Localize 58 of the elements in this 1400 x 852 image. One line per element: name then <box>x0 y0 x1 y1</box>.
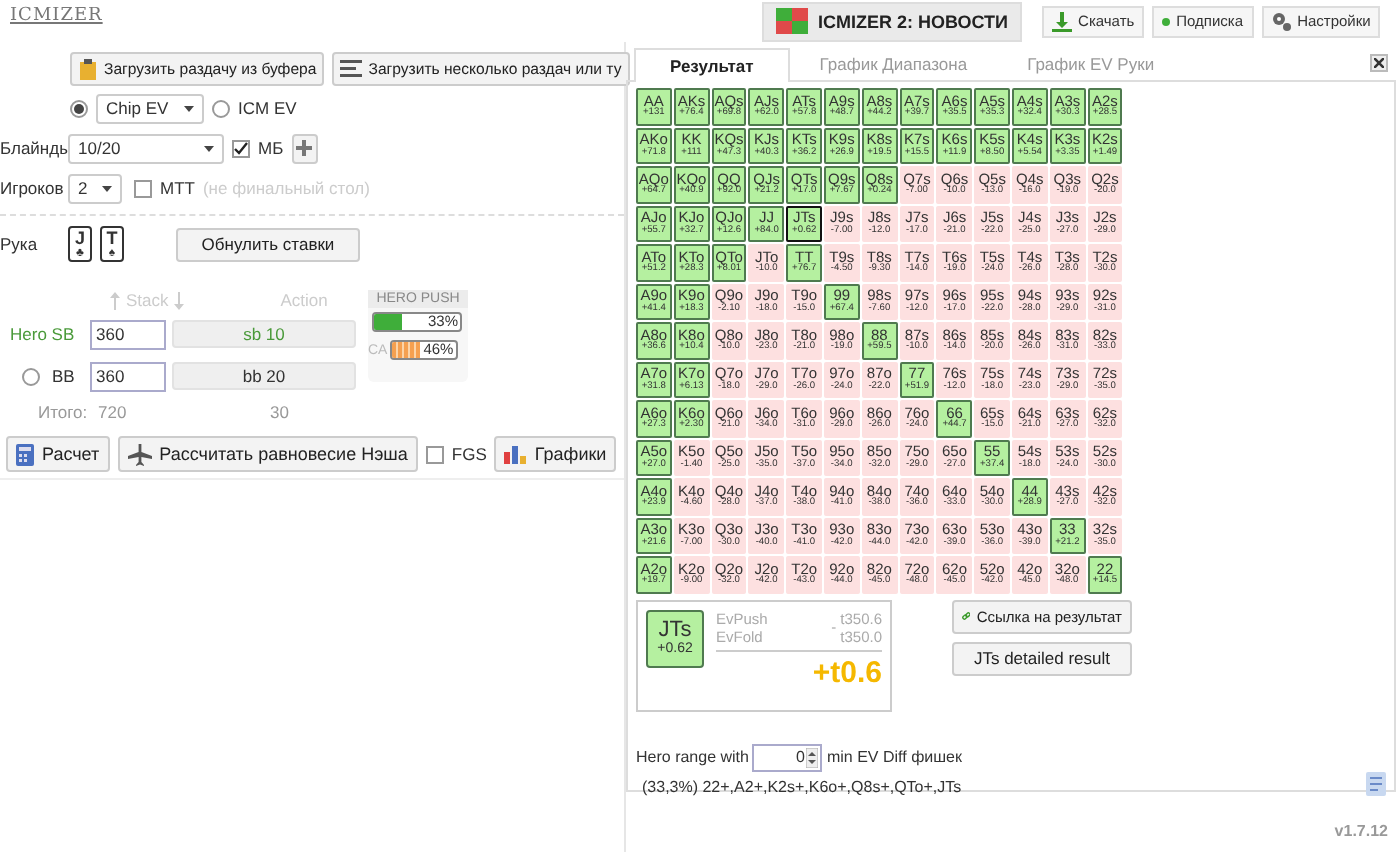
range-label: Hero range with <box>636 748 749 766</box>
news-button[interactable]: ICMIZER 2: НОВОСТИ <box>762 1 1023 41</box>
totals-action: 30 <box>270 402 289 422</box>
blinds-select[interactable]: 10/20 <box>68 133 224 163</box>
checkbox[interactable] <box>425 445 444 463</box>
players-select[interactable]: 2 <box>68 173 122 203</box>
add-button[interactable] <box>291 133 318 163</box>
details-button[interactable]: JTs detailed result <box>952 641 1132 675</box>
calculator-icon <box>16 443 34 465</box>
plane-icon <box>127 443 152 465</box>
radio-label: ICM EV <box>238 98 297 118</box>
clipboard-icon <box>78 58 98 80</box>
stack-input[interactable]: 360 <box>90 319 166 349</box>
radio-button[interactable] <box>212 99 230 117</box>
download-icon <box>1052 11 1073 31</box>
bar-chart-icon <box>504 444 527 464</box>
logo-link[interactable]: ICMIZER <box>10 6 626 26</box>
reset-button[interactable]: Обнулить ставки <box>176 227 360 261</box>
totals-label: Итого: <box>38 402 90 422</box>
action-button[interactable]: Рассчитать равновесие Нэша <box>117 436 418 472</box>
caret-icon <box>184 105 194 111</box>
checkbox[interactable] <box>232 139 250 157</box>
caret-icon <box>204 145 214 151</box>
logo-icon <box>776 8 808 34</box>
version-text: v1.7.12 <box>1334 822 1388 840</box>
action-button[interactable]: Расчет <box>6 436 110 472</box>
checkbox-label: МБ <box>258 138 284 158</box>
totals-stack: 720 <box>98 402 129 422</box>
mode-select[interactable]: Chip EV <box>96 93 204 123</box>
range-text: (33,3%) 22+,A2+,K2s+,K6o+,Q8s+,QTo+,JTs <box>642 777 962 795</box>
field-label: Игроков <box>0 178 60 198</box>
arrow-down-icon <box>174 291 185 309</box>
list-icon <box>340 60 363 78</box>
action-field[interactable]: bb 20 <box>172 362 356 390</box>
seat-label: BB <box>52 366 75 386</box>
field-label: Рука <box>0 234 40 254</box>
checkbox-label: FGS <box>451 444 487 464</box>
range-suffix: min EV Diff фишек <box>826 748 962 766</box>
checkbox[interactable] <box>134 179 152 197</box>
radio-button[interactable] <box>22 367 40 385</box>
arrow-up-icon <box>110 291 120 309</box>
gears-icon <box>1271 11 1292 31</box>
tab[interactable]: Результат <box>634 48 790 82</box>
action-button[interactable]: Графики <box>494 436 617 472</box>
spinner-icon <box>806 747 819 767</box>
plus-icon <box>296 140 313 156</box>
close-button[interactable] <box>1370 54 1388 72</box>
dot-icon <box>1162 17 1171 25</box>
close-icon <box>1374 58 1384 68</box>
caret-icon <box>102 185 112 191</box>
radio-button[interactable] <box>70 99 88 117</box>
link-icon <box>962 606 971 626</box>
seat-label: Hero SB <box>10 324 75 344</box>
checkbox-label: МТТ <box>160 178 195 198</box>
stack-input[interactable]: 360 <box>90 361 166 391</box>
number-input[interactable]: 0 <box>752 743 823 771</box>
document-icon <box>1366 771 1386 795</box>
ev-diff: +t0.6 <box>716 649 882 689</box>
